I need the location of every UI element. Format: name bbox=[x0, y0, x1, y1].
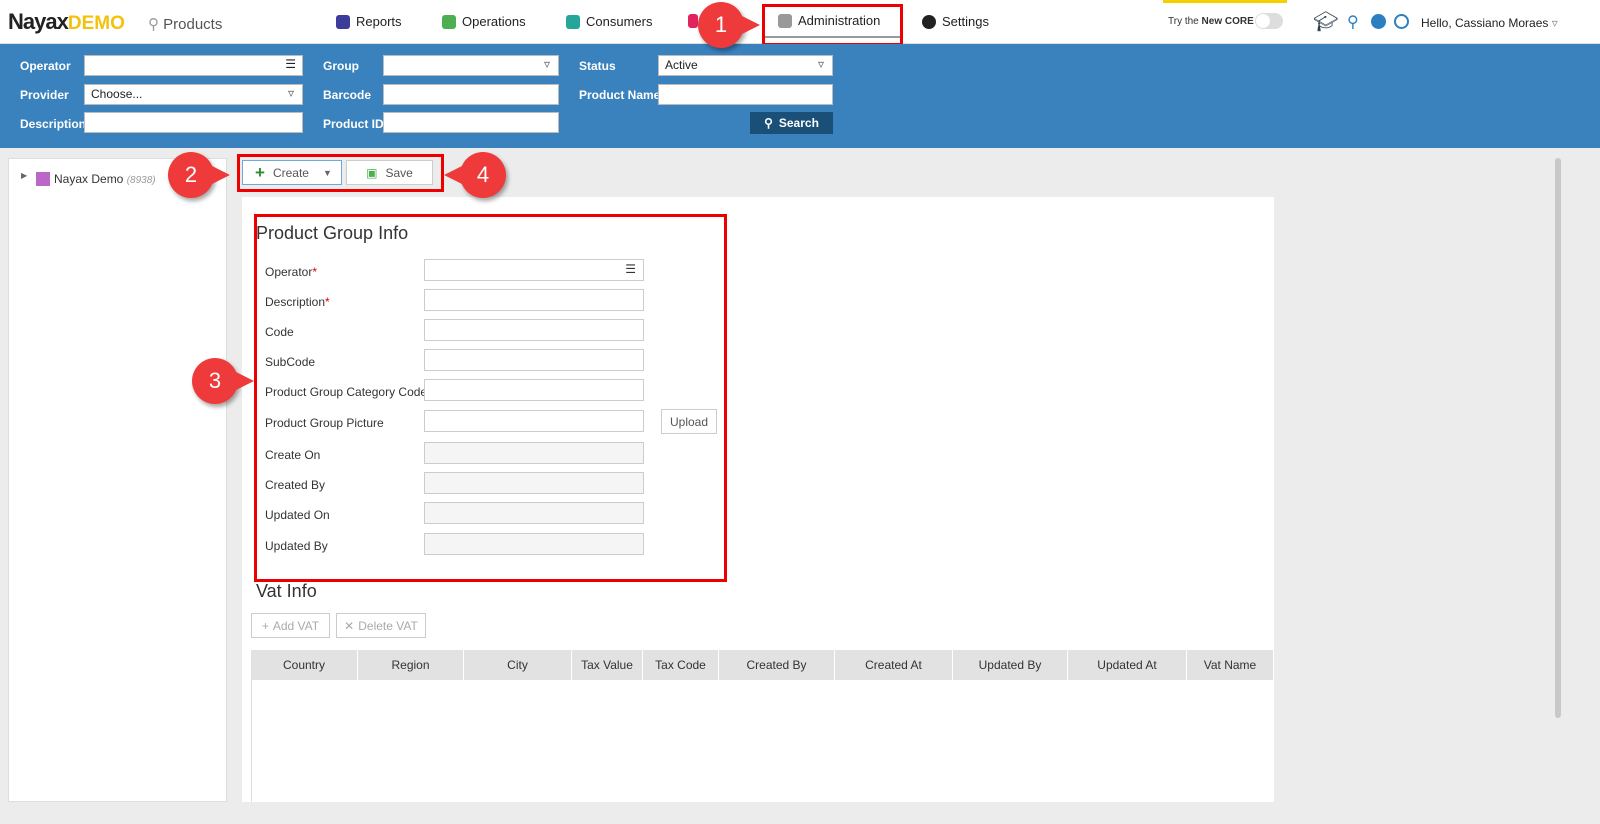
status-label: Status bbox=[579, 59, 616, 73]
close-icon: ✕ bbox=[344, 618, 355, 633]
group-label: Group bbox=[323, 59, 359, 73]
nayax-logo[interactable]: NayaxDEMO bbox=[8, 9, 125, 35]
description-filter-input[interactable] bbox=[84, 112, 303, 133]
operations-icon bbox=[442, 14, 456, 29]
vat-info-title: Vat Info bbox=[256, 581, 317, 601]
callout-4: 4 bbox=[444, 152, 506, 198]
expand-icon[interactable]: ▶ bbox=[21, 171, 27, 180]
column-header[interactable]: Updated By bbox=[953, 650, 1068, 680]
callout-2: 2 bbox=[168, 152, 230, 198]
delete-vat-button[interactable]: ✕ Delete VAT bbox=[336, 613, 426, 638]
reports-icon bbox=[336, 14, 350, 29]
column-header[interactable]: Country bbox=[251, 650, 358, 680]
search-button[interactable]: ⚲ Search bbox=[750, 112, 833, 134]
nav-settings[interactable]: Settings bbox=[922, 14, 989, 29]
column-header[interactable]: Created By bbox=[719, 650, 835, 680]
clock-icon[interactable] bbox=[1394, 14, 1409, 29]
alerts-icon[interactable] bbox=[688, 14, 698, 28]
nav-consumers[interactable]: Consumers bbox=[566, 14, 652, 29]
nav-operations[interactable]: Operations bbox=[442, 14, 526, 29]
column-header[interactable]: Tax Value bbox=[572, 650, 643, 680]
description-label: Description bbox=[20, 117, 87, 131]
barcode-label: Barcode bbox=[323, 88, 372, 102]
tree-node-nayax-demo[interactable]: Nayax Demo (8938) bbox=[54, 172, 156, 186]
plus-icon: + bbox=[261, 618, 269, 633]
top-nav: NayaxDEMO ⚲ Products Reports Operations … bbox=[0, 0, 1600, 46]
barcode-input[interactable] bbox=[383, 84, 559, 105]
hierarchy-icon bbox=[36, 172, 50, 186]
provider-label: Provider bbox=[20, 88, 69, 102]
search-icon: ⚲ bbox=[764, 116, 773, 130]
product-name-label: Product Name bbox=[579, 88, 661, 102]
add-vat-button[interactable]: + Add VAT bbox=[251, 613, 330, 638]
list-icon[interactable]: ☰ bbox=[285, 57, 296, 71]
filter-panel: Operator ☰ Group Status Active Provider … bbox=[0, 44, 1600, 148]
column-header[interactable]: Vat Name bbox=[1187, 650, 1274, 680]
column-header[interactable]: Created At bbox=[835, 650, 953, 680]
callout-1: 1 bbox=[698, 2, 760, 48]
column-header[interactable]: Updated At bbox=[1068, 650, 1187, 680]
vat-table-body bbox=[251, 680, 1274, 802]
page-title: ⚲ Products bbox=[148, 16, 223, 33]
column-header[interactable]: City bbox=[464, 650, 572, 680]
try-core-label: Try the New CORE bbox=[1168, 16, 1254, 27]
globe-icon[interactable] bbox=[1371, 14, 1386, 29]
gear-icon bbox=[922, 14, 936, 29]
nav-reports[interactable]: Reports bbox=[336, 14, 402, 29]
callout-3: 3 bbox=[192, 358, 254, 404]
operator-filter-input[interactable]: ☰ bbox=[84, 55, 303, 76]
academy-icon[interactable]: 🎓︎ bbox=[1313, 12, 1338, 32]
tree-panel: ▶ Nayax Demo (8938) bbox=[8, 158, 227, 802]
products-icon: ⚲ bbox=[148, 16, 164, 33]
product-id-label: Product ID bbox=[323, 117, 384, 131]
highlight-box-form bbox=[254, 214, 727, 582]
group-select[interactable] bbox=[383, 55, 559, 76]
status-select[interactable]: Active bbox=[658, 55, 833, 76]
core-accent-bar bbox=[1163, 0, 1287, 3]
consumers-icon bbox=[566, 14, 580, 29]
column-header[interactable]: Region bbox=[358, 650, 464, 680]
product-name-input[interactable] bbox=[658, 84, 833, 105]
provider-select[interactable]: Choose... bbox=[84, 84, 303, 105]
core-toggle[interactable] bbox=[1255, 13, 1283, 29]
scrollbar[interactable] bbox=[1555, 158, 1561, 718]
highlight-box-toolbar bbox=[237, 154, 444, 192]
column-header[interactable]: Tax Code bbox=[643, 650, 719, 680]
search-icon[interactable]: ⚲ bbox=[1347, 12, 1359, 32]
operator-label: Operator bbox=[20, 59, 71, 73]
product-id-input[interactable] bbox=[383, 112, 559, 133]
user-menu[interactable]: Hello, Cassiano Moraes ▿ bbox=[1421, 16, 1558, 30]
highlight-box-administration bbox=[762, 4, 903, 46]
